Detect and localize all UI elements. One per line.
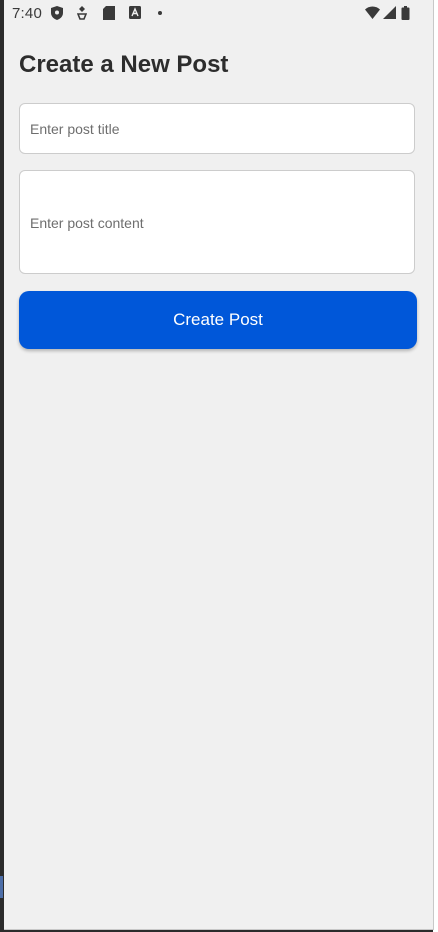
- wifi-icon: [365, 6, 380, 20]
- post-content-input[interactable]: [19, 170, 415, 274]
- sd-card-icon: [103, 6, 117, 20]
- shield-icon: [51, 6, 65, 20]
- battery-icon: [401, 6, 415, 20]
- create-post-button[interactable]: Create Post: [19, 291, 417, 349]
- page-title: Create a New Post: [19, 51, 229, 78]
- signal-icon: [383, 6, 397, 20]
- location-icon: [76, 6, 91, 20]
- phone-screen: 7:40 Create a New Post Enter post title …: [4, 0, 434, 930]
- window-edge-marker: [0, 876, 3, 898]
- system-icons: [365, 6, 415, 20]
- status-time: 7:40: [12, 5, 42, 22]
- status-bar: 7:40: [4, 0, 433, 28]
- notification-icons: [51, 6, 169, 20]
- post-title-input[interactable]: [19, 103, 415, 154]
- dot-icon: [155, 6, 169, 20]
- font-a-icon: [129, 6, 143, 20]
